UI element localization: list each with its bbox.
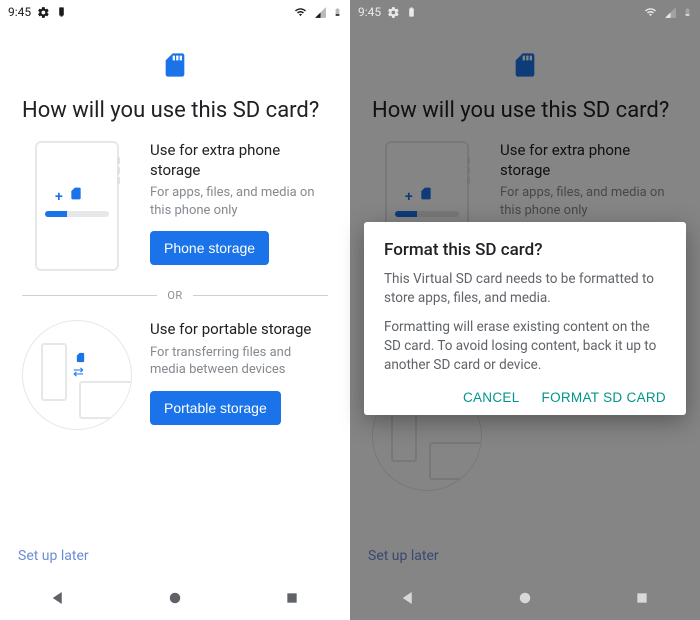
battery-saver-icon xyxy=(56,5,67,19)
dialog-title: Format this SD card? xyxy=(384,240,666,260)
plus-icon: + xyxy=(405,189,413,205)
signal-icon xyxy=(314,6,327,19)
nav-home-button[interactable] xyxy=(485,589,565,607)
nav-home-button[interactable] xyxy=(135,589,215,607)
set-up-later-link[interactable]: Set up later xyxy=(368,548,439,564)
wifi-icon xyxy=(643,6,658,18)
phone-sd-setup: 9:45 How will you use this SD card? + xyxy=(0,0,350,620)
status-time: 9:45 xyxy=(358,5,381,19)
option-desc: For apps, files, and media on this phone… xyxy=(150,184,328,219)
transfer-icon: ⇄ xyxy=(73,365,84,380)
battery-icon xyxy=(683,5,692,19)
navigation-bar xyxy=(0,576,350,620)
navigation-bar xyxy=(350,576,700,620)
set-up-later-link[interactable]: Set up later xyxy=(18,548,89,564)
sd-card-icon xyxy=(22,48,328,82)
plus-icon: + xyxy=(55,189,63,205)
page-title: How will you use this SD card? xyxy=(372,98,678,123)
battery-icon xyxy=(333,5,342,19)
nav-recent-button[interactable] xyxy=(252,590,332,606)
format-dialog: Format this SD card? This Virtual SD car… xyxy=(364,222,686,415)
illustration-phone-storage: + xyxy=(22,141,132,271)
option-title: Use for extra phone storage xyxy=(150,141,328,180)
signal-icon xyxy=(664,6,677,19)
gear-icon xyxy=(37,6,50,19)
separator: OR xyxy=(22,289,328,302)
battery-saver-icon xyxy=(406,5,417,19)
option-phone-storage: + Use for extra phone storage For apps, … xyxy=(22,141,328,271)
nav-recent-button[interactable] xyxy=(602,590,682,606)
option-portable-storage: ⇄ Use for portable storage For transferr… xyxy=(22,320,328,430)
dialog-text-1: This Virtual SD card needs to be formatt… xyxy=(384,270,666,308)
dialog-text-2: Formatting will erase existing content o… xyxy=(384,318,666,375)
sd-mini-icon xyxy=(419,185,433,206)
option-desc: For apps, files, and media on this phone… xyxy=(500,184,678,219)
sd-card-icon xyxy=(372,48,678,82)
page-title: How will you use this SD card? xyxy=(22,98,328,123)
option-title: Use for extra phone storage xyxy=(500,141,678,180)
status-bar: 9:45 xyxy=(350,0,700,24)
status-bar: 9:45 xyxy=(0,0,350,24)
format-sd-card-button[interactable]: FORMAT SD CARD xyxy=(542,390,666,405)
nav-back-button[interactable] xyxy=(18,589,98,607)
phone-format-dialog: 9:45 How will you use this SD card? + xyxy=(350,0,700,620)
option-title: Use for portable storage xyxy=(150,320,328,340)
illustration-portable-storage: ⇄ xyxy=(22,320,132,430)
phone-storage-button[interactable]: Phone storage xyxy=(150,231,269,265)
nav-back-button[interactable] xyxy=(368,589,448,607)
sd-mini-icon xyxy=(69,185,83,206)
gear-icon xyxy=(387,6,400,19)
status-time: 9:45 xyxy=(8,5,31,19)
portable-storage-button[interactable]: Portable storage xyxy=(150,391,281,425)
option-desc: For transferring files and media between… xyxy=(150,344,328,379)
wifi-icon xyxy=(293,6,308,18)
cancel-button[interactable]: CANCEL xyxy=(463,390,520,405)
